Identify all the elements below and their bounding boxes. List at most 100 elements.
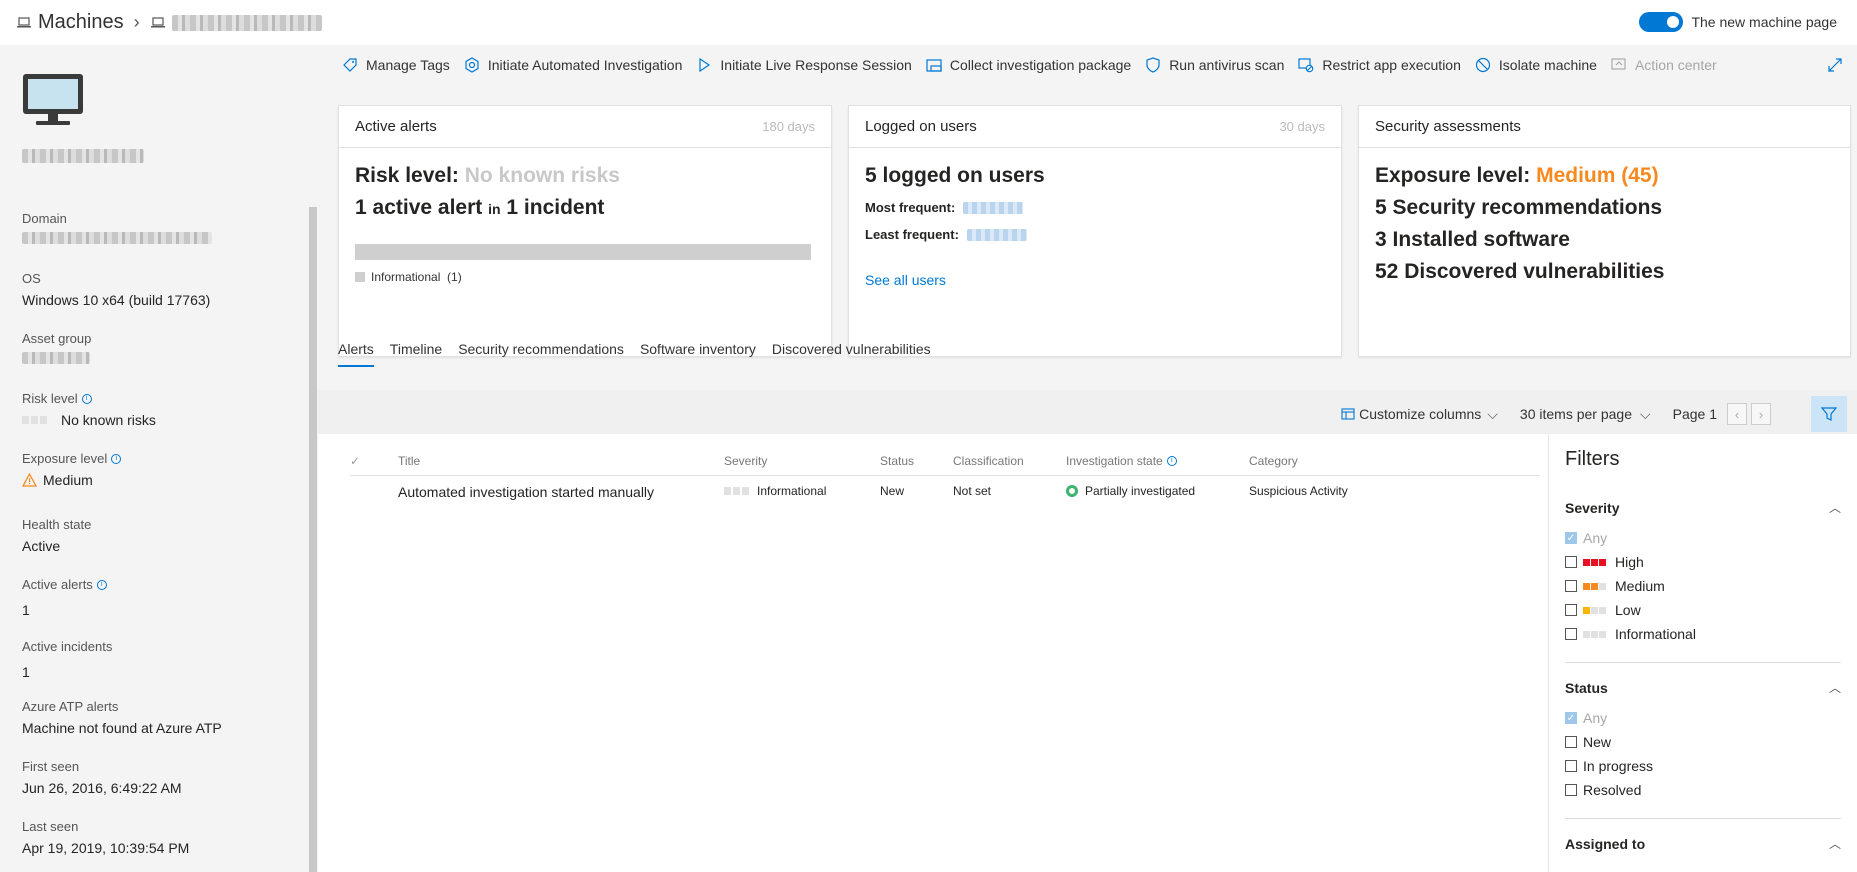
initiate-automated-investigation-button[interactable]: Initiate Automated Investigation xyxy=(464,57,682,73)
play-icon xyxy=(699,57,711,73)
domain-label: Domain xyxy=(22,211,67,226)
least-frequent-row: Least frequent: xyxy=(865,227,1325,242)
tab-security-recommendations[interactable]: Security recommendations xyxy=(458,341,624,367)
option-label: New xyxy=(1583,734,1612,750)
top-bar: Machines › The new machine page xyxy=(0,0,1857,45)
next-page-icon[interactable]: › xyxy=(1751,403,1771,425)
severity-option-any[interactable]: ✓ Any xyxy=(1565,526,1857,550)
active-alerts-field: Active alerts i 1 xyxy=(22,577,107,618)
alerts-table: ✓ Title Severity Status Classification I… xyxy=(318,434,1548,872)
sidebar-scrollbar[interactable] xyxy=(309,207,317,872)
chevron-down-icon: ⌵ xyxy=(1640,405,1651,422)
action-center-button[interactable]: Action center xyxy=(1611,57,1717,73)
alert-severity-label: Informational xyxy=(757,484,827,498)
checkbox[interactable] xyxy=(1565,580,1577,592)
exposure-summary-value: Medium (45) xyxy=(1536,164,1659,187)
filter-button[interactable] xyxy=(1811,396,1847,432)
health-state-value: Active xyxy=(22,538,61,554)
option-label: In progress xyxy=(1583,758,1654,774)
info-icon[interactable]: i xyxy=(111,453,122,464)
domain-field: Domain xyxy=(22,211,212,244)
column-category[interactable]: Category xyxy=(1249,454,1298,468)
azure-atp-label: Azure ATP alerts xyxy=(22,699,119,714)
package-icon xyxy=(926,59,942,72)
column-title[interactable]: Title xyxy=(398,454,420,468)
tab-alerts[interactable]: Alerts xyxy=(338,341,374,367)
new-machine-page-toggle[interactable]: The new machine page xyxy=(1639,12,1837,32)
status-option-in-progress[interactable]: In progress xyxy=(1565,754,1857,778)
asset-group-label: Asset group xyxy=(22,331,92,346)
security-recommendations-count[interactable]: 5 Security recommendations xyxy=(1375,196,1834,220)
alert-title[interactable]: Automated investigation started manually xyxy=(398,484,654,500)
checkbox[interactable] xyxy=(1565,784,1577,796)
breadcrumb-machines[interactable]: Machines xyxy=(38,11,124,34)
isolate-machine-button[interactable]: Isolate machine xyxy=(1475,57,1597,73)
info-icon[interactable]: i xyxy=(96,579,107,590)
last-seen-field: Last seen Apr 19, 2019, 10:39:54 PM xyxy=(22,819,189,856)
risk-level-summary: Risk level: No known risks xyxy=(355,164,815,188)
collect-investigation-package-button[interactable]: Collect investigation package xyxy=(926,57,1131,73)
tab-discovered-vulnerabilities[interactable]: Discovered vulnerabilities xyxy=(772,341,931,367)
prev-page-icon[interactable]: ‹ xyxy=(1727,403,1747,425)
toggle-label: The new machine page xyxy=(1691,14,1837,30)
chevron-up-icon[interactable]: ︿ xyxy=(1829,679,1841,696)
status-filter-header[interactable]: Status ︿ xyxy=(1565,679,1841,696)
initiate-live-response-button[interactable]: Initiate Live Response Session xyxy=(696,57,912,73)
chevron-up-icon[interactable]: ︿ xyxy=(1829,835,1841,852)
status-option-resolved[interactable]: Resolved xyxy=(1565,778,1857,802)
status-option-new[interactable]: New xyxy=(1565,730,1857,754)
status-filter-title: Status xyxy=(1565,679,1608,696)
checkbox[interactable] xyxy=(1565,604,1577,616)
toggle-switch[interactable] xyxy=(1639,12,1684,32)
risk-bars-icon xyxy=(22,416,49,424)
logged-on-users-count: 5 logged on users xyxy=(865,164,1045,187)
column-severity[interactable]: Severity xyxy=(724,454,767,468)
expand-icon[interactable] xyxy=(1827,57,1843,73)
azure-atp-field: Azure ATP alerts Machine not found at Az… xyxy=(22,699,222,736)
in-word: in xyxy=(488,201,501,217)
severity-option-low[interactable]: Low xyxy=(1565,598,1857,622)
status-option-any[interactable]: ✓ Any xyxy=(1565,706,1857,730)
checkbox[interactable] xyxy=(1565,628,1577,640)
severity-option-informational[interactable]: Informational xyxy=(1565,622,1857,646)
checkbox[interactable]: ✓ xyxy=(1565,712,1577,724)
tab-timeline[interactable]: Timeline xyxy=(390,341,442,367)
severity-option-medium[interactable]: Medium xyxy=(1565,574,1857,598)
tab-software-inventory[interactable]: Software inventory xyxy=(640,341,756,367)
run-antivirus-scan-button[interactable]: Run antivirus scan xyxy=(1145,57,1284,73)
info-icon[interactable]: i xyxy=(81,393,92,404)
checkbox[interactable] xyxy=(1565,760,1577,772)
column-investigation-label: Investigation state xyxy=(1066,454,1163,468)
medium-severity-bars-icon xyxy=(1583,582,1607,590)
column-investigation-state[interactable]: Investigation state i xyxy=(1066,454,1177,468)
severity-filter-title: Severity xyxy=(1565,499,1620,516)
most-frequent-user-redacted[interactable] xyxy=(963,201,1024,214)
machine-sidebar: Domain OS Windows 10 x64 (build 17763) A… xyxy=(0,45,318,872)
select-all-check-icon[interactable]: ✓ xyxy=(350,454,360,468)
least-frequent-user-redacted[interactable] xyxy=(966,228,1027,241)
severity-filter-header[interactable]: Severity ︿ xyxy=(1565,499,1841,516)
manage-tags-button[interactable]: Manage Tags xyxy=(342,57,450,73)
chevron-up-icon[interactable]: ︿ xyxy=(1829,499,1841,516)
table-row[interactable]: Automated investigation started manually… xyxy=(350,484,1540,506)
discovered-vulnerabilities-count[interactable]: 52 Discovered vulnerabilities xyxy=(1375,260,1834,284)
checkbox[interactable] xyxy=(1565,736,1577,748)
items-per-page-select[interactable]: 30 items per page ⌵ xyxy=(1520,406,1651,423)
first-seen-value: Jun 26, 2016, 6:49:22 AM xyxy=(22,780,182,796)
column-status[interactable]: Status xyxy=(880,454,914,468)
column-classification[interactable]: Classification xyxy=(953,454,1024,468)
restrict-app-execution-button[interactable]: Restrict app execution xyxy=(1298,57,1461,73)
exposure-level-label: Exposure level xyxy=(22,451,108,466)
checkbox[interactable]: ✓ xyxy=(1565,532,1577,544)
checkbox[interactable] xyxy=(1565,556,1577,568)
installed-software-count[interactable]: 3 Installed software xyxy=(1375,228,1834,252)
customize-columns-button[interactable]: Customize columns ⌵ xyxy=(1341,406,1498,423)
see-all-users-link[interactable]: See all users xyxy=(865,272,1325,288)
main-content: Manage Tags Initiate Automated Investiga… xyxy=(318,45,1857,872)
severity-distribution-bar[interactable] xyxy=(355,244,811,260)
assigned-filter-header[interactable]: Assigned to ︿ xyxy=(1565,835,1841,852)
security-assessments-card: Security assessments Exposure level: Med… xyxy=(1358,105,1851,357)
logged-on-users-card: Logged on users 30 days 5 logged on user… xyxy=(848,105,1342,357)
info-icon[interactable]: i xyxy=(1166,456,1177,466)
severity-option-high[interactable]: High xyxy=(1565,550,1857,574)
